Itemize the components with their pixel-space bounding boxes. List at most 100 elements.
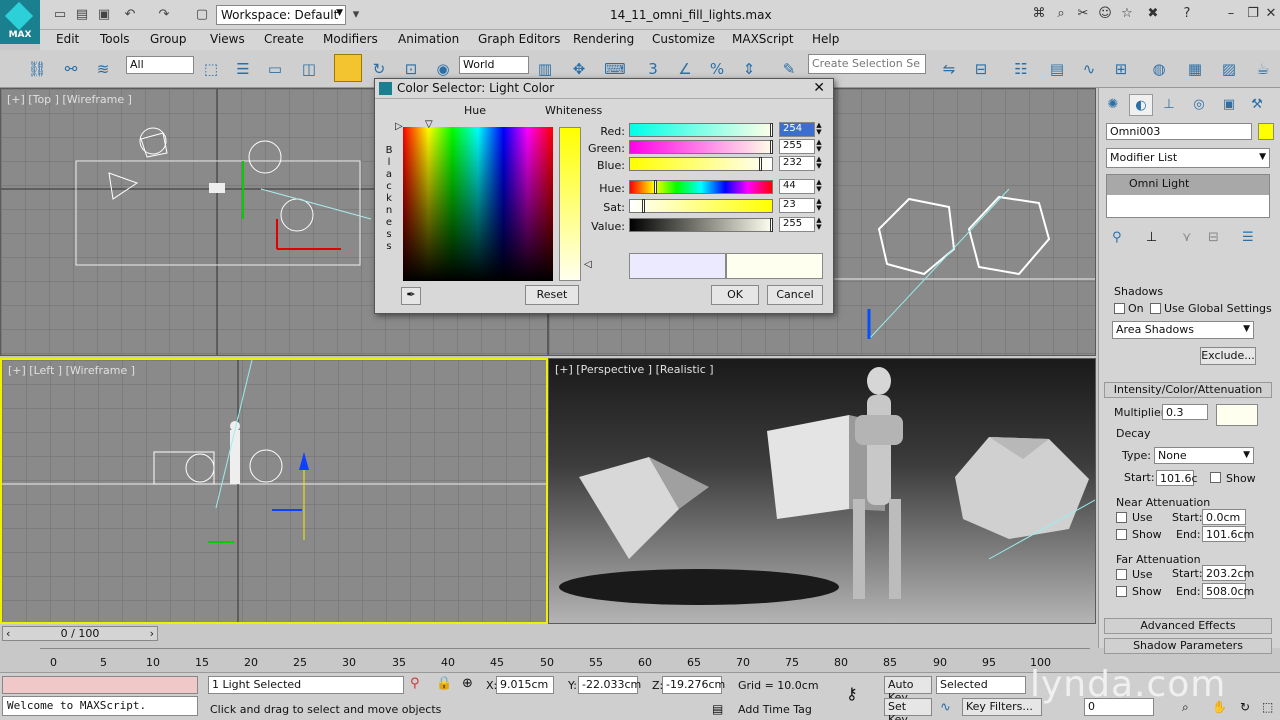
render-setup-icon[interactable]: ▦ bbox=[1184, 58, 1206, 80]
stack-item-omni-light[interactable]: Omni Light bbox=[1107, 175, 1269, 195]
spinner-snap-icon[interactable]: ⇕ bbox=[738, 58, 760, 80]
curve-editor-icon[interactable]: ∿ bbox=[1078, 58, 1100, 80]
selection-lock-icon[interactable]: 🔒 bbox=[436, 676, 452, 691]
cancel-button[interactable]: Cancel bbox=[767, 285, 823, 305]
set-key-button[interactable]: Set Key bbox=[884, 698, 932, 720]
selection-filter-dropdown[interactable]: All bbox=[126, 56, 194, 74]
restore-icon[interactable]: ❐ bbox=[1244, 6, 1262, 21]
spinner-arrows-icon[interactable]: ▲ ▼ bbox=[815, 179, 823, 194]
menu-graph-editors[interactable]: Graph Editors bbox=[478, 32, 560, 46]
angle-snap-icon[interactable]: ∠ bbox=[674, 58, 696, 80]
spinner-arrows-icon[interactable]: ▲ ▼ bbox=[815, 122, 823, 137]
pivot-center-icon[interactable]: ▥ bbox=[534, 58, 556, 80]
configure-sets-icon[interactable]: ☰ bbox=[1242, 230, 1254, 245]
time-slider[interactable]: ‹ 0 / 100 › bbox=[2, 626, 158, 641]
subscription-icon[interactable]: ☺ bbox=[1096, 6, 1114, 21]
slider-thumb[interactable] bbox=[770, 123, 773, 137]
x-coordinate-field[interactable]: 9.015cm bbox=[496, 676, 554, 694]
exchange-icon[interactable]: ✖ bbox=[1144, 6, 1162, 21]
customize-quick-access-icon[interactable]: ▾ bbox=[348, 7, 364, 23]
display-tab-icon[interactable]: ▣ bbox=[1217, 94, 1241, 116]
select-object-icon[interactable]: ⬚ bbox=[200, 58, 222, 80]
maxscript-output[interactable]: Welcome to MAXScript. bbox=[2, 696, 198, 716]
new-color-swatch[interactable] bbox=[726, 253, 823, 279]
green-spinner[interactable]: 255 bbox=[779, 139, 815, 154]
scale-icon[interactable]: ⊡ bbox=[400, 58, 422, 80]
utilities-tab-icon[interactable]: ⚒ bbox=[1245, 94, 1269, 116]
object-name-field[interactable]: Omni003 bbox=[1106, 123, 1252, 140]
hue-blackness-picker[interactable] bbox=[403, 127, 553, 281]
material-editor-icon[interactable]: ◍ bbox=[1148, 58, 1170, 80]
shadows-on-checkbox[interactable] bbox=[1114, 303, 1125, 314]
light-color-swatch[interactable] bbox=[1216, 404, 1258, 426]
minimize-icon[interactable]: – bbox=[1222, 6, 1240, 21]
spinner-arrows-icon[interactable]: ▲ ▼ bbox=[815, 217, 823, 232]
redo-icon[interactable]: ↷ bbox=[156, 7, 172, 23]
bind-space-warp-icon[interactable]: ≋ bbox=[92, 58, 114, 80]
close-icon[interactable]: ✕ bbox=[1262, 6, 1280, 21]
window-crossing-icon[interactable]: ◫ bbox=[298, 58, 320, 80]
multiplier-spinner[interactable]: 0.3 bbox=[1162, 404, 1208, 420]
manipulate-icon[interactable]: ✥ bbox=[568, 58, 590, 80]
far-end-spinner[interactable]: 508.0cm bbox=[1202, 583, 1254, 599]
sat-slider[interactable] bbox=[629, 199, 773, 213]
far-use-checkbox[interactable] bbox=[1116, 569, 1127, 580]
add-time-tag[interactable]: Add Time Tag bbox=[738, 703, 812, 716]
ribbon-icon[interactable]: ▤ bbox=[1046, 58, 1068, 80]
show-end-result-icon[interactable]: ⊥ bbox=[1146, 230, 1157, 245]
rotate-icon[interactable]: ↻ bbox=[368, 58, 390, 80]
select-place-icon[interactable]: ◉ bbox=[432, 58, 454, 80]
menu-tools[interactable]: Tools bbox=[100, 32, 130, 46]
max-application-button[interactable]: MAX bbox=[0, 0, 40, 44]
shadow-type-dropdown[interactable]: Area Shadows ▼ bbox=[1112, 321, 1254, 339]
mirror-icon[interactable]: ⇋ bbox=[938, 58, 960, 80]
time-forward-icon[interactable]: › bbox=[150, 627, 154, 640]
infocenter-icon[interactable]: ⌘ bbox=[1030, 6, 1048, 21]
menu-rendering[interactable]: Rendering bbox=[573, 32, 634, 46]
shadow-parameters-rollout[interactable]: Shadow Parameters bbox=[1104, 638, 1272, 654]
render-icon[interactable]: ☕ bbox=[1252, 58, 1274, 80]
key-mode-dropdown[interactable]: Selected bbox=[936, 676, 1026, 694]
far-start-spinner[interactable]: 203.2cm bbox=[1202, 565, 1254, 581]
menu-edit[interactable]: Edit bbox=[56, 32, 79, 46]
hue-slider[interactable] bbox=[629, 180, 773, 194]
slider-thumb[interactable] bbox=[654, 180, 657, 194]
menu-group[interactable]: Group bbox=[150, 32, 187, 46]
viewport-perspective[interactable]: [+] [Perspective ] [Realistic ] bbox=[548, 358, 1096, 624]
reset-button[interactable]: Reset bbox=[525, 285, 579, 305]
near-start-spinner[interactable]: 0.0cm bbox=[1202, 509, 1246, 525]
spinner-arrows-icon[interactable]: ▲ ▼ bbox=[815, 139, 823, 154]
menu-help[interactable]: Help bbox=[812, 32, 839, 46]
motion-tab-icon[interactable]: ◎ bbox=[1187, 94, 1211, 116]
red-spinner[interactable]: 254 bbox=[779, 122, 815, 137]
value-spinner[interactable]: 255 bbox=[779, 217, 815, 232]
tools-icon[interactable]: ✂ bbox=[1074, 6, 1092, 21]
key-icon[interactable]: ⚷ bbox=[846, 684, 858, 703]
dialog-close-icon[interactable]: ✕ bbox=[813, 80, 825, 96]
decay-type-dropdown[interactable]: None ▼ bbox=[1154, 447, 1254, 464]
green-slider[interactable] bbox=[629, 140, 773, 154]
percent-snap-icon[interactable]: % bbox=[706, 58, 728, 80]
menu-views[interactable]: Views bbox=[210, 32, 245, 46]
project-folder-icon[interactable]: ▢ bbox=[194, 7, 210, 23]
menu-maxscript[interactable]: MAXScript bbox=[732, 32, 794, 46]
search-icon[interactable]: ⌕ bbox=[1052, 6, 1070, 21]
slider-thumb[interactable] bbox=[642, 199, 645, 213]
select-by-name-icon[interactable]: ☰ bbox=[232, 58, 254, 80]
slider-thumb[interactable] bbox=[770, 218, 773, 232]
spinner-arrows-icon[interactable]: ▲ ▼ bbox=[815, 198, 823, 213]
auto-key-button[interactable]: Auto Key bbox=[884, 676, 932, 704]
remove-modifier-icon[interactable]: ⊟ bbox=[1208, 230, 1219, 245]
blackness-marker-icon[interactable]: ▷ bbox=[395, 121, 403, 132]
modify-tab-icon[interactable]: ◐ bbox=[1129, 94, 1153, 116]
reference-coordinate-dropdown[interactable]: World bbox=[459, 56, 529, 74]
hue-marker-icon[interactable]: ▽ bbox=[425, 119, 433, 130]
help-icon[interactable]: ? bbox=[1178, 6, 1196, 21]
advanced-effects-rollout[interactable]: Advanced Effects bbox=[1104, 618, 1272, 634]
whiteness-marker-icon[interactable]: ◁ bbox=[584, 259, 592, 270]
use-global-settings-checkbox[interactable] bbox=[1150, 303, 1161, 314]
keyboard-shortcut-icon[interactable]: ⌨ bbox=[604, 58, 626, 80]
isolate-selection-icon[interactable]: ⚲ bbox=[410, 676, 420, 691]
exclude-button[interactable]: Exclude... bbox=[1200, 347, 1256, 365]
blue-slider[interactable] bbox=[629, 157, 773, 171]
